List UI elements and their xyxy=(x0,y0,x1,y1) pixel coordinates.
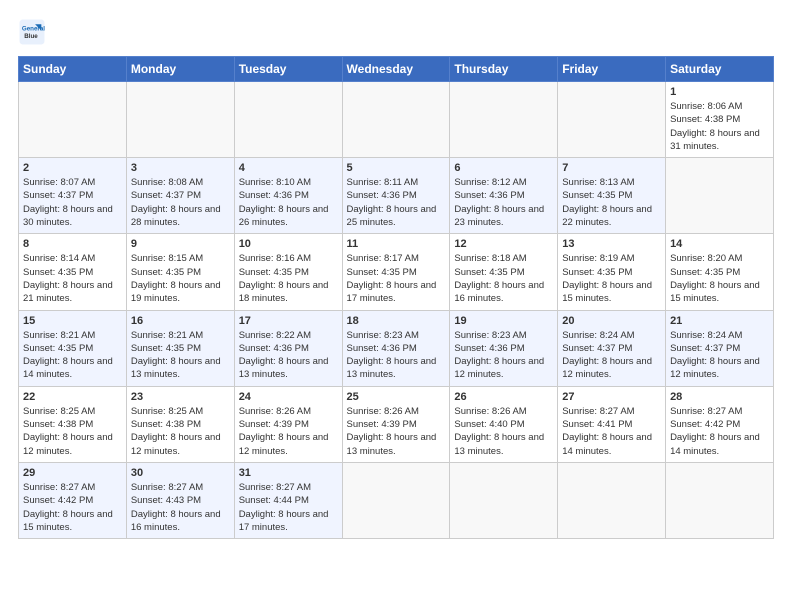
column-header-friday: Friday xyxy=(558,57,666,82)
calendar-cell: 29Sunrise: 8:27 AMSunset: 4:42 PMDayligh… xyxy=(19,462,127,538)
empty-cell xyxy=(558,82,666,158)
calendar-cell: 3Sunrise: 8:08 AMSunset: 4:37 PMDaylight… xyxy=(126,158,234,234)
calendar-cell: 26Sunrise: 8:26 AMSunset: 4:40 PMDayligh… xyxy=(450,386,558,462)
calendar-cell: 24Sunrise: 8:26 AMSunset: 4:39 PMDayligh… xyxy=(234,386,342,462)
calendar-cell: 21Sunrise: 8:24 AMSunset: 4:37 PMDayligh… xyxy=(666,310,774,386)
logo: General Blue xyxy=(18,18,50,46)
calendar-cell: 13Sunrise: 8:19 AMSunset: 4:35 PMDayligh… xyxy=(558,234,666,310)
logo-icon: General Blue xyxy=(18,18,46,46)
empty-cell xyxy=(450,82,558,158)
calendar-week-1: 1Sunrise: 8:06 AMSunset: 4:38 PMDaylight… xyxy=(19,82,774,158)
calendar-cell: 4Sunrise: 8:10 AMSunset: 4:36 PMDaylight… xyxy=(234,158,342,234)
calendar-cell xyxy=(342,462,450,538)
calendar-cell: 28Sunrise: 8:27 AMSunset: 4:42 PMDayligh… xyxy=(666,386,774,462)
calendar-week-5: 22Sunrise: 8:25 AMSunset: 4:38 PMDayligh… xyxy=(19,386,774,462)
calendar-cell: 6Sunrise: 8:12 AMSunset: 4:36 PMDaylight… xyxy=(450,158,558,234)
empty-cell xyxy=(342,82,450,158)
calendar-cell xyxy=(558,462,666,538)
column-header-sunday: Sunday xyxy=(19,57,127,82)
calendar-cell xyxy=(666,158,774,234)
calendar-cell: 22Sunrise: 8:25 AMSunset: 4:38 PMDayligh… xyxy=(19,386,127,462)
header: General Blue xyxy=(18,18,774,46)
calendar-cell: 19Sunrise: 8:23 AMSunset: 4:36 PMDayligh… xyxy=(450,310,558,386)
calendar-cell: 7Sunrise: 8:13 AMSunset: 4:35 PMDaylight… xyxy=(558,158,666,234)
calendar-cell xyxy=(450,462,558,538)
calendar-cell: 9Sunrise: 8:15 AMSunset: 4:35 PMDaylight… xyxy=(126,234,234,310)
column-header-wednesday: Wednesday xyxy=(342,57,450,82)
calendar-week-4: 15Sunrise: 8:21 AMSunset: 4:35 PMDayligh… xyxy=(19,310,774,386)
calendar-cell: 2Sunrise: 8:07 AMSunset: 4:37 PMDaylight… xyxy=(19,158,127,234)
calendar-cell: 14Sunrise: 8:20 AMSunset: 4:35 PMDayligh… xyxy=(666,234,774,310)
calendar-cell: 16Sunrise: 8:21 AMSunset: 4:35 PMDayligh… xyxy=(126,310,234,386)
calendar-cell: 17Sunrise: 8:22 AMSunset: 4:36 PMDayligh… xyxy=(234,310,342,386)
calendar-cell: 18Sunrise: 8:23 AMSunset: 4:36 PMDayligh… xyxy=(342,310,450,386)
calendar-header-row: SundayMondayTuesdayWednesdayThursdayFrid… xyxy=(19,57,774,82)
svg-text:Blue: Blue xyxy=(24,33,38,40)
column-header-monday: Monday xyxy=(126,57,234,82)
empty-cell xyxy=(19,82,127,158)
column-header-thursday: Thursday xyxy=(450,57,558,82)
calendar-table: SundayMondayTuesdayWednesdayThursdayFrid… xyxy=(18,56,774,539)
calendar-cell: 12Sunrise: 8:18 AMSunset: 4:35 PMDayligh… xyxy=(450,234,558,310)
calendar-cell: 31Sunrise: 8:27 AMSunset: 4:44 PMDayligh… xyxy=(234,462,342,538)
calendar-cell: 27Sunrise: 8:27 AMSunset: 4:41 PMDayligh… xyxy=(558,386,666,462)
calendar-cell-1: 1Sunrise: 8:06 AMSunset: 4:38 PMDaylight… xyxy=(666,82,774,158)
column-header-saturday: Saturday xyxy=(666,57,774,82)
calendar-cell: 11Sunrise: 8:17 AMSunset: 4:35 PMDayligh… xyxy=(342,234,450,310)
calendar-cell: 20Sunrise: 8:24 AMSunset: 4:37 PMDayligh… xyxy=(558,310,666,386)
calendar-cell: 8Sunrise: 8:14 AMSunset: 4:35 PMDaylight… xyxy=(19,234,127,310)
calendar-cell: 5Sunrise: 8:11 AMSunset: 4:36 PMDaylight… xyxy=(342,158,450,234)
calendar-week-3: 8Sunrise: 8:14 AMSunset: 4:35 PMDaylight… xyxy=(19,234,774,310)
calendar-cell: 10Sunrise: 8:16 AMSunset: 4:35 PMDayligh… xyxy=(234,234,342,310)
page: General Blue SundayMondayTuesdayWednesda… xyxy=(0,0,792,612)
calendar-cell: 30Sunrise: 8:27 AMSunset: 4:43 PMDayligh… xyxy=(126,462,234,538)
empty-cell xyxy=(126,82,234,158)
calendar-cell xyxy=(666,462,774,538)
calendar-cell: 15Sunrise: 8:21 AMSunset: 4:35 PMDayligh… xyxy=(19,310,127,386)
calendar-week-6: 29Sunrise: 8:27 AMSunset: 4:42 PMDayligh… xyxy=(19,462,774,538)
calendar-week-2: 2Sunrise: 8:07 AMSunset: 4:37 PMDaylight… xyxy=(19,158,774,234)
svg-text:General: General xyxy=(22,25,45,32)
empty-cell xyxy=(234,82,342,158)
column-header-tuesday: Tuesday xyxy=(234,57,342,82)
calendar-cell: 23Sunrise: 8:25 AMSunset: 4:38 PMDayligh… xyxy=(126,386,234,462)
calendar-cell: 25Sunrise: 8:26 AMSunset: 4:39 PMDayligh… xyxy=(342,386,450,462)
